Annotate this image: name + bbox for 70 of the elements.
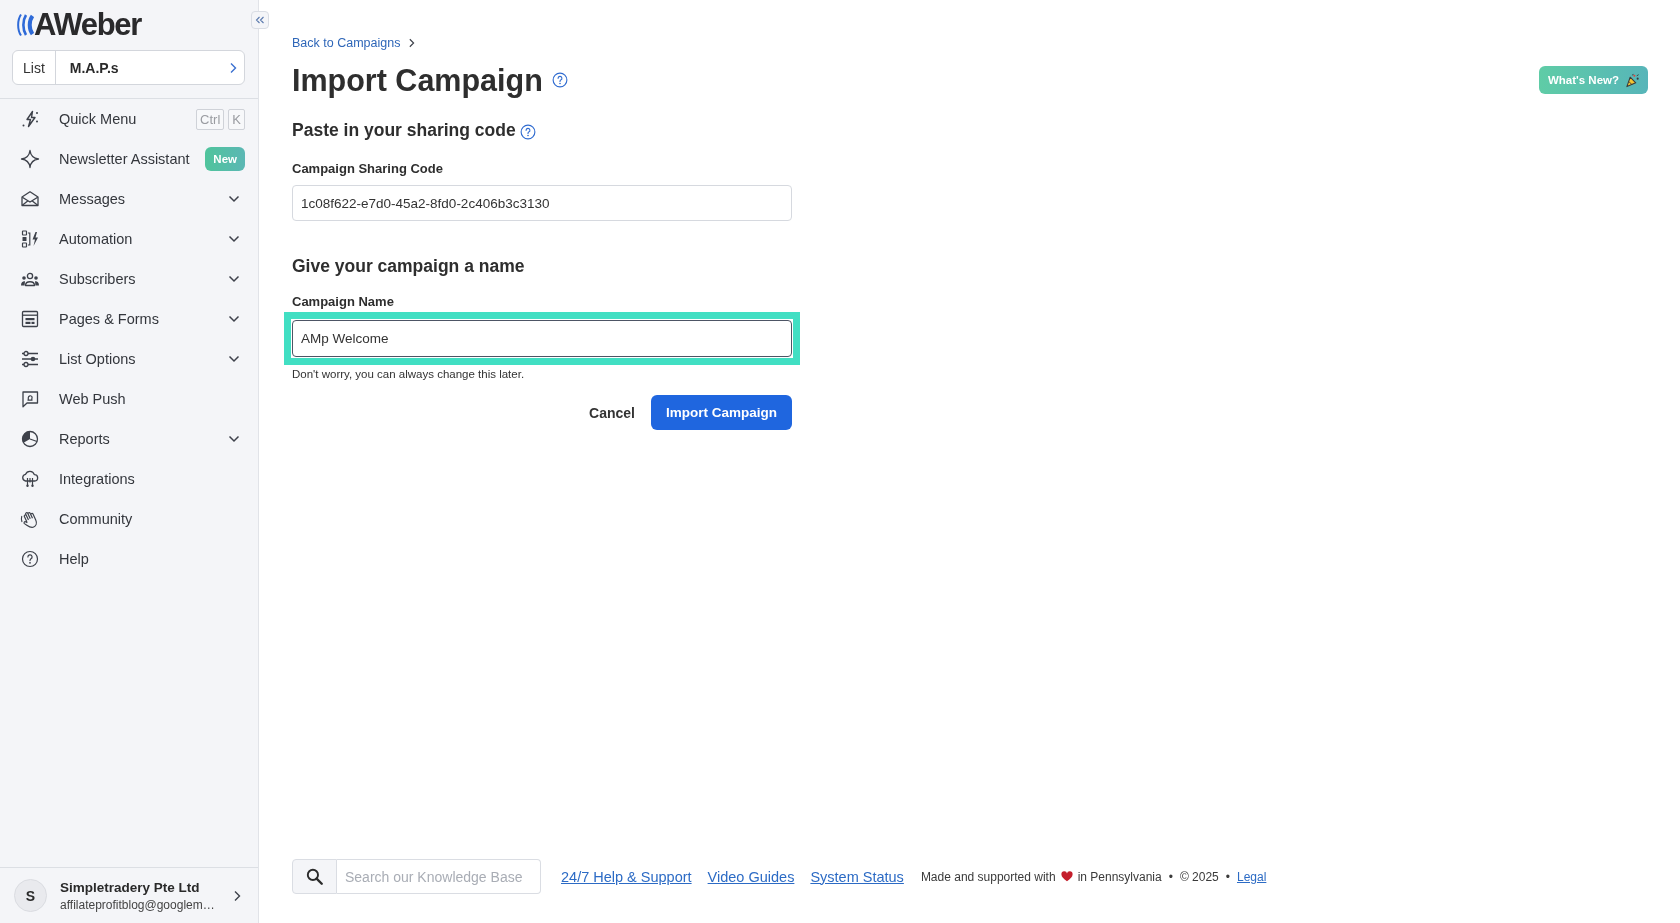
chevron-down-icon[interactable] (228, 435, 240, 443)
list-selector[interactable]: List M.A.P.s (12, 50, 245, 85)
shortcut-key: K (228, 108, 245, 130)
cloud-icon (20, 469, 40, 489)
nav-item[interactable]: Automation (20, 229, 133, 249)
search-button[interactable] (292, 859, 337, 894)
double-chevron-left-icon (255, 16, 265, 24)
layout-icon (20, 309, 40, 329)
sliders-icon (20, 349, 40, 369)
text-input[interactable]: AMp Welcome (292, 320, 792, 357)
nav-item[interactable]: Integrations (20, 469, 135, 489)
collapse-button[interactable] (251, 11, 269, 29)
legal-link[interactable]: Legal (1237, 869, 1267, 884)
help-icon[interactable] (519, 123, 536, 140)
chevron-down-icon[interactable] (228, 235, 240, 243)
account-name: Simpletradery Pte Ltd (60, 879, 201, 895)
nav-item[interactable]: Newsletter Assistant (20, 149, 190, 169)
chevron-right-icon[interactable] (233, 889, 241, 902)
field-label: Campaign Name (292, 293, 395, 311)
search-icon (306, 868, 323, 885)
nav-item[interactable]: Quick Menu (20, 109, 137, 129)
envelope-icon (20, 189, 40, 209)
waves-icon (16, 11, 34, 39)
breadcrumb-link[interactable]: Back to Campaigns (292, 36, 401, 50)
logo-wordmark: AWeber (34, 10, 142, 40)
help-icon (20, 549, 40, 569)
text-input[interactable]: 1c08f622-e7d0-45a2-8fd0-2c406b3c3130 (292, 185, 792, 221)
party-popper-icon (1625, 72, 1640, 88)
section-heading: Paste in your sharing code (292, 119, 516, 142)
lightning-icon (20, 109, 40, 129)
account-email: affilateprofitblog@googlem… (60, 897, 215, 912)
chevron-down-icon[interactable] (228, 275, 240, 283)
hand-icon (20, 509, 40, 529)
nav-item[interactable]: Reports (20, 429, 110, 449)
import-button[interactable]: Import Campaign (651, 395, 792, 430)
sparkle-icon (20, 149, 40, 169)
footer-link[interactable]: System Status (810, 868, 904, 885)
credit-text: Made and supported with (920, 869, 1056, 884)
nav-item[interactable]: Community (20, 509, 133, 529)
page-title: Import Campaign (292, 62, 543, 100)
avatar: S (14, 879, 47, 912)
chevron-down-icon[interactable] (228, 195, 240, 203)
search-field[interactable]: Search our Knowledge Base (337, 859, 541, 894)
nav-item[interactable]: List Options (20, 349, 136, 369)
shortcut-key: Ctrl (196, 108, 225, 130)
copyright-text: © 2025 (1179, 869, 1219, 884)
field-hint: Don't worry, you can always change this later. (292, 367, 526, 381)
footer-link[interactable]: 24/7 Help & Support (561, 868, 692, 885)
heart-icon (1060, 871, 1073, 882)
feature-badge: New (205, 147, 245, 171)
chat-bell-icon (20, 389, 40, 409)
nav-item[interactable]: Help (20, 549, 89, 569)
workflow-icon (20, 229, 40, 249)
nav-item[interactable]: Messages (20, 189, 126, 209)
bullet-separator: • (1225, 869, 1230, 884)
help-icon[interactable] (551, 72, 568, 88)
chevron-right-icon (229, 61, 237, 74)
chevron-right-icon (408, 38, 416, 48)
cancel-button[interactable]: Cancel (589, 404, 635, 421)
pie-chart-icon (20, 429, 40, 449)
field-label: Campaign Sharing Code (292, 160, 444, 178)
nav-item[interactable]: Web Push (20, 389, 126, 409)
chevron-down-icon[interactable] (228, 355, 240, 363)
nav-item[interactable]: Pages & Forms (20, 309, 159, 329)
footer-link[interactable]: Video Guides (707, 868, 795, 885)
credit-text: in Pennsylvania (1077, 869, 1162, 884)
section-heading: Give your campaign a name (292, 255, 525, 278)
nav-item[interactable]: Subscribers (20, 269, 136, 289)
chevron-down-icon[interactable] (228, 315, 240, 323)
bullet-separator: • (1168, 869, 1173, 884)
